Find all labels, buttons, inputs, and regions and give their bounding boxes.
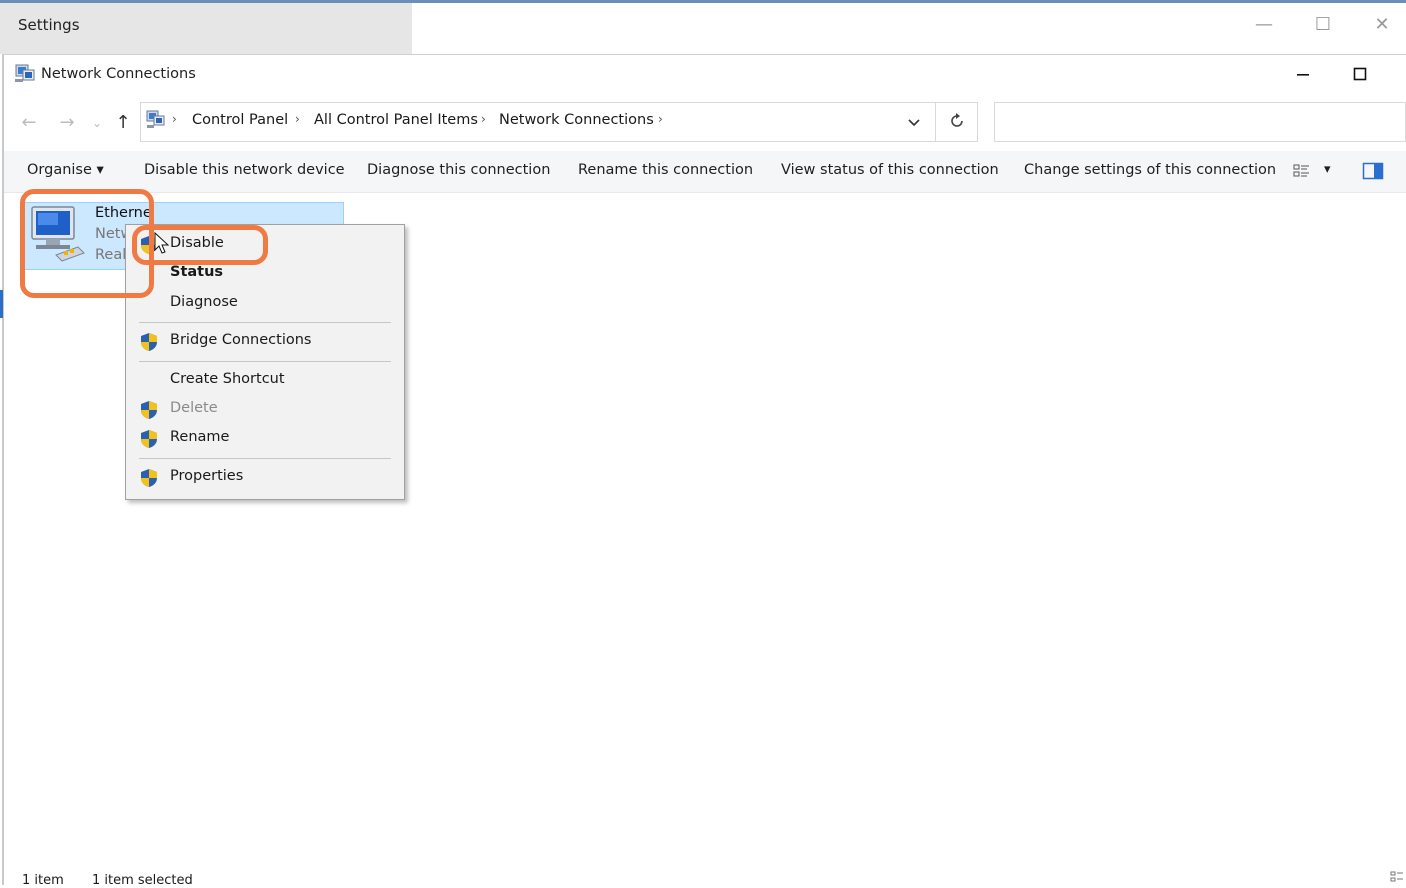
up-button[interactable]: ↑ <box>111 111 135 135</box>
status-item-count: 1 item <box>22 873 64 888</box>
menu-item-properties[interactable]: Properties <box>170 468 243 484</box>
change-view-icon[interactable] <box>1292 162 1312 182</box>
uac-shield-icon <box>141 333 157 351</box>
address-dropdown-button[interactable] <box>904 112 924 132</box>
view-options-dropdown[interactable]: ▾ <box>1324 162 1331 177</box>
breadcrumb-all-control-panel-items[interactable]: All Control Panel Items <box>314 112 478 128</box>
taskbar-accent <box>0 290 3 318</box>
uac-shield-icon <box>141 401 157 419</box>
window-title: Network Connections <box>41 66 196 82</box>
disable-device-button[interactable]: Disable this network device <box>144 162 345 178</box>
breadcrumb-network-connections[interactable]: Network Connections <box>499 112 654 128</box>
back-button[interactable]: ← <box>17 111 41 135</box>
breadcrumb-separator: › <box>172 112 177 126</box>
uac-shield-icon <box>141 430 157 448</box>
status-selected-count: 1 item selected <box>92 873 193 888</box>
chevron-down-icon <box>908 119 920 127</box>
menu-separator <box>139 361 391 362</box>
minimize-icon <box>1297 74 1309 76</box>
diagnose-connection-button[interactable]: Diagnose this connection <box>367 162 550 178</box>
preview-pane-icon[interactable] <box>1362 162 1384 180</box>
settings-window-title: Settings <box>18 16 80 34</box>
network-connections-icon <box>15 64 35 82</box>
settings-close-button[interactable]: ✕ <box>1370 14 1394 36</box>
details-view-icon[interactable] <box>1390 870 1404 884</box>
menu-item-delete: Delete <box>170 400 218 416</box>
breadcrumb-separator[interactable]: › <box>481 112 486 126</box>
change-settings-button[interactable]: Change settings of this connection <box>1024 162 1276 178</box>
organise-menu-button[interactable]: Organise ▾ <box>27 162 104 178</box>
address-divider <box>935 103 936 141</box>
search-input[interactable] <box>994 102 1406 142</box>
settings-maximize-button[interactable]: ☐ <box>1311 14 1335 36</box>
menu-item-status[interactable]: Status <box>170 264 223 280</box>
menu-separator <box>139 322 391 323</box>
breadcrumb-separator[interactable]: › <box>658 112 663 126</box>
refresh-button[interactable] <box>946 110 968 132</box>
maximize-icon <box>1353 67 1367 81</box>
mouse-cursor-icon <box>154 232 170 254</box>
breadcrumb-control-panel[interactable]: Control Panel <box>192 112 288 128</box>
annotation-highlight-disable <box>132 225 268 265</box>
menu-item-create-shortcut[interactable]: Create Shortcut <box>170 371 285 387</box>
control-panel-icon <box>146 110 165 128</box>
menu-item-rename[interactable]: Rename <box>170 429 229 445</box>
settings-minimize-button[interactable]: — <box>1252 14 1276 36</box>
menu-separator <box>139 458 391 459</box>
minimize-button[interactable] <box>1289 62 1317 86</box>
breadcrumb-separator[interactable]: › <box>295 112 300 126</box>
rename-connection-button[interactable]: Rename this connection <box>578 162 753 178</box>
menu-item-bridge-connections[interactable]: Bridge Connections <box>170 332 311 348</box>
menu-item-diagnose[interactable]: Diagnose <box>170 294 238 310</box>
recent-locations-button[interactable]: ⌄ <box>85 111 109 135</box>
refresh-icon <box>951 113 963 127</box>
maximize-button[interactable] <box>1346 62 1374 86</box>
uac-shield-icon <box>141 469 157 487</box>
view-status-button[interactable]: View status of this connection <box>781 162 999 178</box>
forward-button[interactable]: → <box>55 111 79 135</box>
